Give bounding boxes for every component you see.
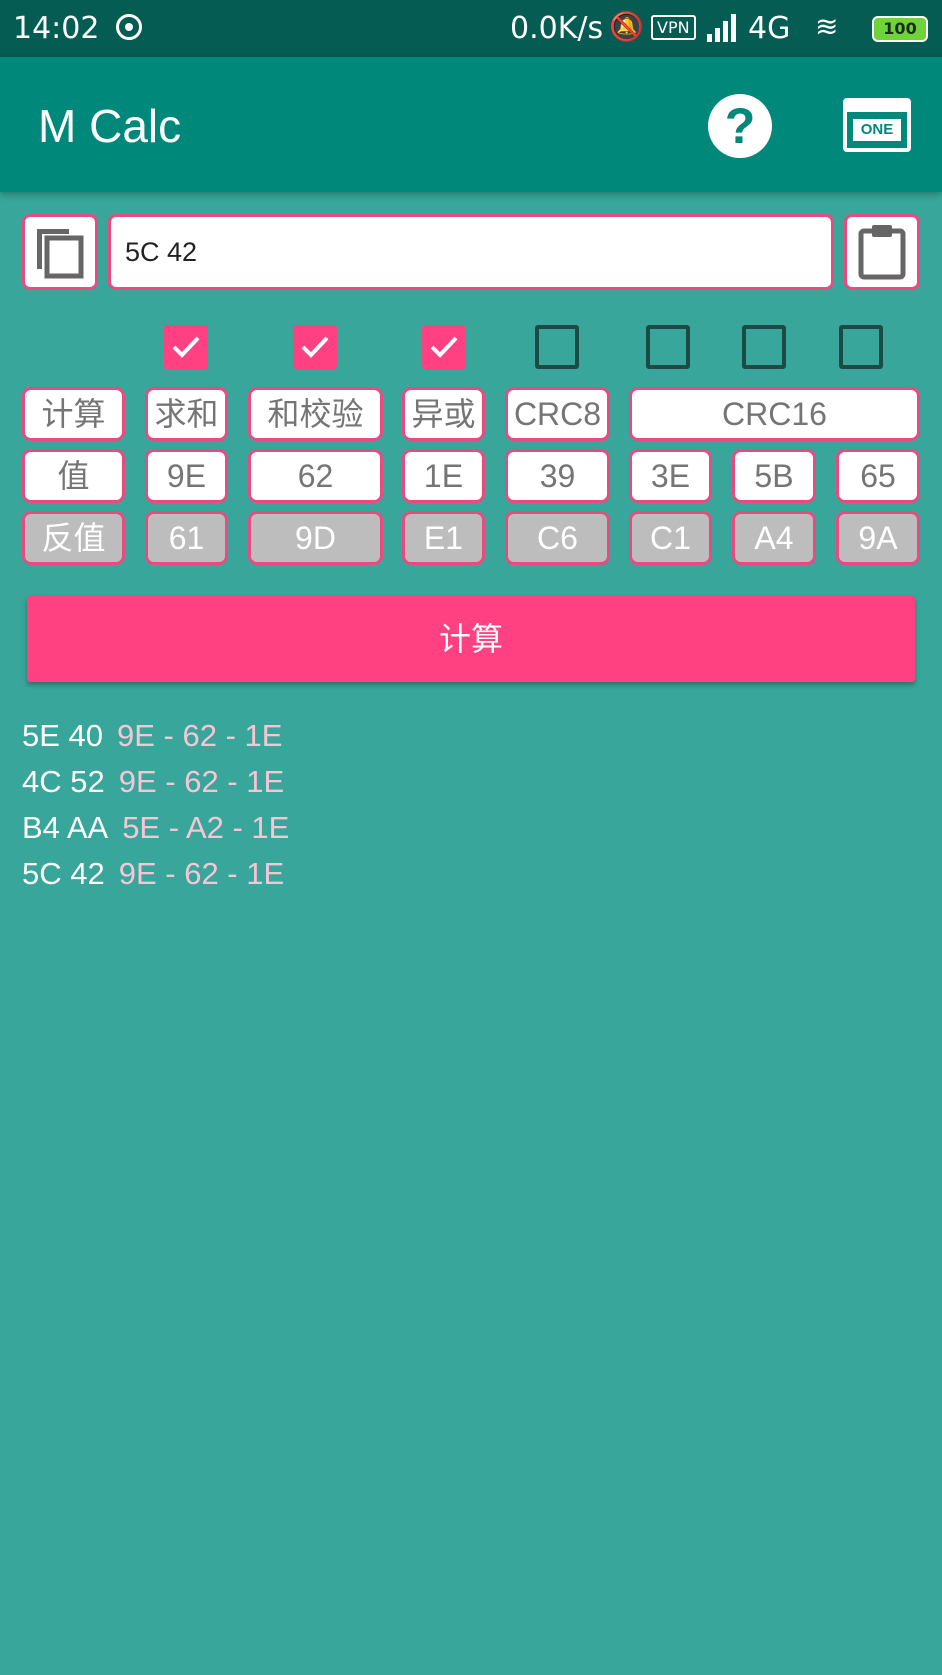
app-title: M Calc bbox=[38, 100, 182, 152]
clipboard-icon bbox=[858, 225, 906, 280]
inverse-sum[interactable]: 61 bbox=[145, 511, 228, 565]
history-input: 5E 40 bbox=[22, 718, 104, 753]
history-result: 9E - 62 - 1E bbox=[117, 718, 283, 753]
history-result: 9E - 62 - 1E bbox=[118, 856, 285, 891]
value-xor[interactable]: 1E bbox=[402, 449, 485, 503]
network-speed: 0.0K/s bbox=[510, 11, 604, 46]
alarm-icon bbox=[116, 14, 142, 40]
history-input: 5C 42 bbox=[22, 856, 105, 891]
vpn-badge: VPN bbox=[651, 15, 696, 40]
header-calc: 计算 bbox=[22, 387, 125, 441]
checkbox-xor[interactable] bbox=[422, 325, 466, 369]
paste-button[interactable] bbox=[844, 214, 920, 290]
check-icon bbox=[172, 336, 200, 358]
checkbox-sum[interactable] bbox=[164, 325, 208, 369]
inverse-crc8[interactable]: C6 bbox=[505, 511, 610, 565]
checkbox-crc8[interactable] bbox=[535, 325, 579, 369]
history-result: 5E - A2 - 1E bbox=[122, 810, 290, 845]
value-crc16-c[interactable]: 65 bbox=[836, 449, 920, 503]
status-bar: 14:02 0.0K/s 🔕 VPN 4G ≋ 100 bbox=[0, 0, 942, 57]
history-item[interactable]: 5E 40 9E - 62 - 1E bbox=[22, 718, 282, 754]
value-crc16-b[interactable]: 5B bbox=[732, 449, 816, 503]
history-input: B4 AA bbox=[22, 810, 109, 845]
check-icon bbox=[430, 336, 458, 358]
inverse-crc16-b[interactable]: A4 bbox=[732, 511, 816, 565]
value-label: 值 bbox=[22, 449, 125, 503]
history-input: 4C 52 bbox=[22, 764, 105, 799]
mute-bell-icon: 🔕 bbox=[609, 10, 644, 43]
check-icon bbox=[301, 336, 329, 358]
inverse-crc16-a[interactable]: C1 bbox=[629, 511, 712, 565]
status-time: 14:02 bbox=[13, 11, 100, 46]
calculate-button[interactable]: 计算 bbox=[27, 596, 915, 682]
help-icon[interactable]: ? bbox=[708, 94, 772, 158]
history-item[interactable]: B4 AA 5E - A2 - 1E bbox=[22, 810, 289, 846]
value-crc16-a[interactable]: 3E bbox=[629, 449, 712, 503]
hex-input-field[interactable]: 5C 42 bbox=[108, 214, 834, 290]
inverse-xor[interactable]: E1 bbox=[402, 511, 485, 565]
value-crc8[interactable]: 39 bbox=[505, 449, 610, 503]
history-item[interactable]: 5C 42 9E - 62 - 1E bbox=[22, 856, 284, 892]
value-sum[interactable]: 9E bbox=[145, 449, 228, 503]
one-label: ONE bbox=[853, 119, 901, 141]
battery-indicator: 100 bbox=[872, 16, 928, 42]
app-bar: M Calc ? ONE bbox=[0, 57, 942, 192]
signal-icon bbox=[707, 14, 736, 42]
header-xor: 异或 bbox=[402, 387, 485, 441]
checkbox-checksum[interactable] bbox=[293, 325, 337, 369]
inverse-label: 反值 bbox=[22, 511, 125, 565]
checkbox-crc16-b[interactable] bbox=[742, 325, 786, 369]
header-sum: 求和 bbox=[145, 387, 228, 441]
history-result: 9E - 62 - 1E bbox=[118, 764, 285, 799]
inverse-crc16-c[interactable]: 9A bbox=[836, 511, 920, 565]
copy-button[interactable] bbox=[22, 214, 98, 290]
header-crc8: CRC8 bbox=[505, 387, 610, 441]
header-checksum: 和校验 bbox=[248, 387, 383, 441]
inverse-checksum[interactable]: 9D bbox=[248, 511, 383, 565]
wifi-icon: ≋ bbox=[815, 10, 839, 43]
history-item[interactable]: 4C 52 9E - 62 - 1E bbox=[22, 764, 284, 800]
one-mode-button[interactable]: ONE bbox=[843, 98, 911, 152]
network-type: 4G bbox=[748, 11, 791, 46]
value-checksum[interactable]: 62 bbox=[248, 449, 383, 503]
checkbox-crc16-a[interactable] bbox=[646, 325, 690, 369]
checkbox-crc16-c[interactable] bbox=[839, 325, 883, 369]
copy-icon bbox=[37, 229, 84, 279]
header-crc16: CRC16 bbox=[629, 387, 920, 441]
window-bar bbox=[847, 102, 907, 112]
